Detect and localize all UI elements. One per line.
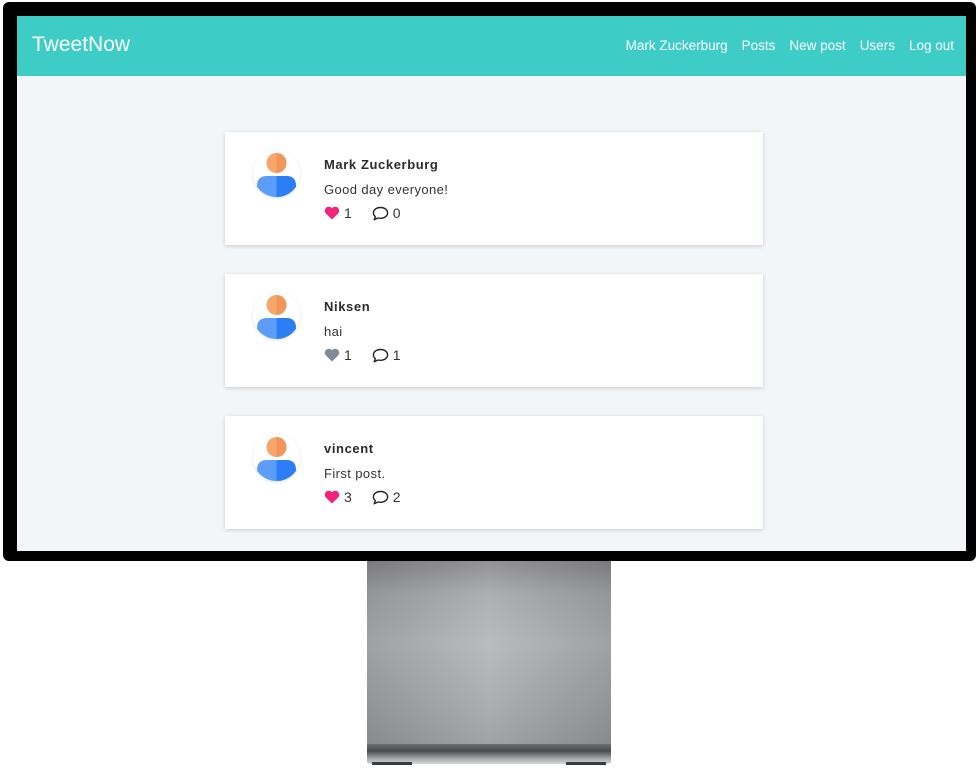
post-text: hai [324,324,343,339]
monitor-frame: TweetNow Mark Zuckerburg Posts New post … [3,2,976,561]
user-avatar-icon [257,295,296,339]
like-button[interactable]: 3 [324,489,352,505]
like-button[interactable]: 1 [324,347,352,363]
post-card: Niksen hai 1 1 [225,274,763,387]
like-count: 3 [344,489,352,505]
post-author[interactable]: vincent [324,441,374,456]
nav-item-profile[interactable]: Mark Zuckerburg [626,38,728,53]
monitor-base [367,744,611,764]
post-card: vincent First post. 3 2 [225,416,763,529]
post-author[interactable]: Mark Zuckerburg [324,157,438,172]
post-text: First post. [324,466,386,481]
user-avatar-icon [257,153,296,197]
avatar [253,292,300,339]
comment-count: 0 [392,205,401,221]
brand-logo[interactable]: TweetNow [32,33,130,57]
nav-item-log-out[interactable]: Log out [909,38,954,53]
nav-item-users[interactable]: Users [860,38,895,53]
like-count: 1 [344,347,352,363]
comment-count: 2 [392,489,401,505]
post-actions: 3 2 [324,489,401,505]
post-actions: 1 0 [324,205,401,221]
like-count: 1 [344,205,352,221]
comment-icon [372,348,389,362]
like-button[interactable]: 1 [324,205,352,221]
heart-icon [324,490,340,504]
nav-links: Mark Zuckerburg Posts New post Users Log… [626,38,954,53]
heart-icon [324,206,340,220]
post-author[interactable]: Niksen [324,299,370,314]
comment-count: 1 [392,347,401,363]
avatar [253,150,300,197]
navbar: TweetNow Mark Zuckerburg Posts New post … [17,16,966,76]
heart-icon [324,348,340,362]
monitor-foot [566,762,606,765]
post-card: Mark Zuckerburg Good day everyone! 1 0 [225,132,763,245]
comment-icon [372,490,389,504]
screen: TweetNow Mark Zuckerburg Posts New post … [17,16,966,551]
comment-button[interactable]: 0 [372,205,401,221]
post-text: Good day everyone! [324,182,449,197]
nav-item-posts[interactable]: Posts [742,38,776,53]
post-actions: 1 1 [324,347,401,363]
avatar [253,434,300,481]
comment-button[interactable]: 2 [372,489,401,505]
nav-item-new-post[interactable]: New post [789,38,845,53]
user-avatar-icon [257,437,296,481]
monitor-foot [372,762,412,765]
monitor-stand [367,561,611,744]
comment-button[interactable]: 1 [372,347,401,363]
comment-icon [372,206,389,220]
